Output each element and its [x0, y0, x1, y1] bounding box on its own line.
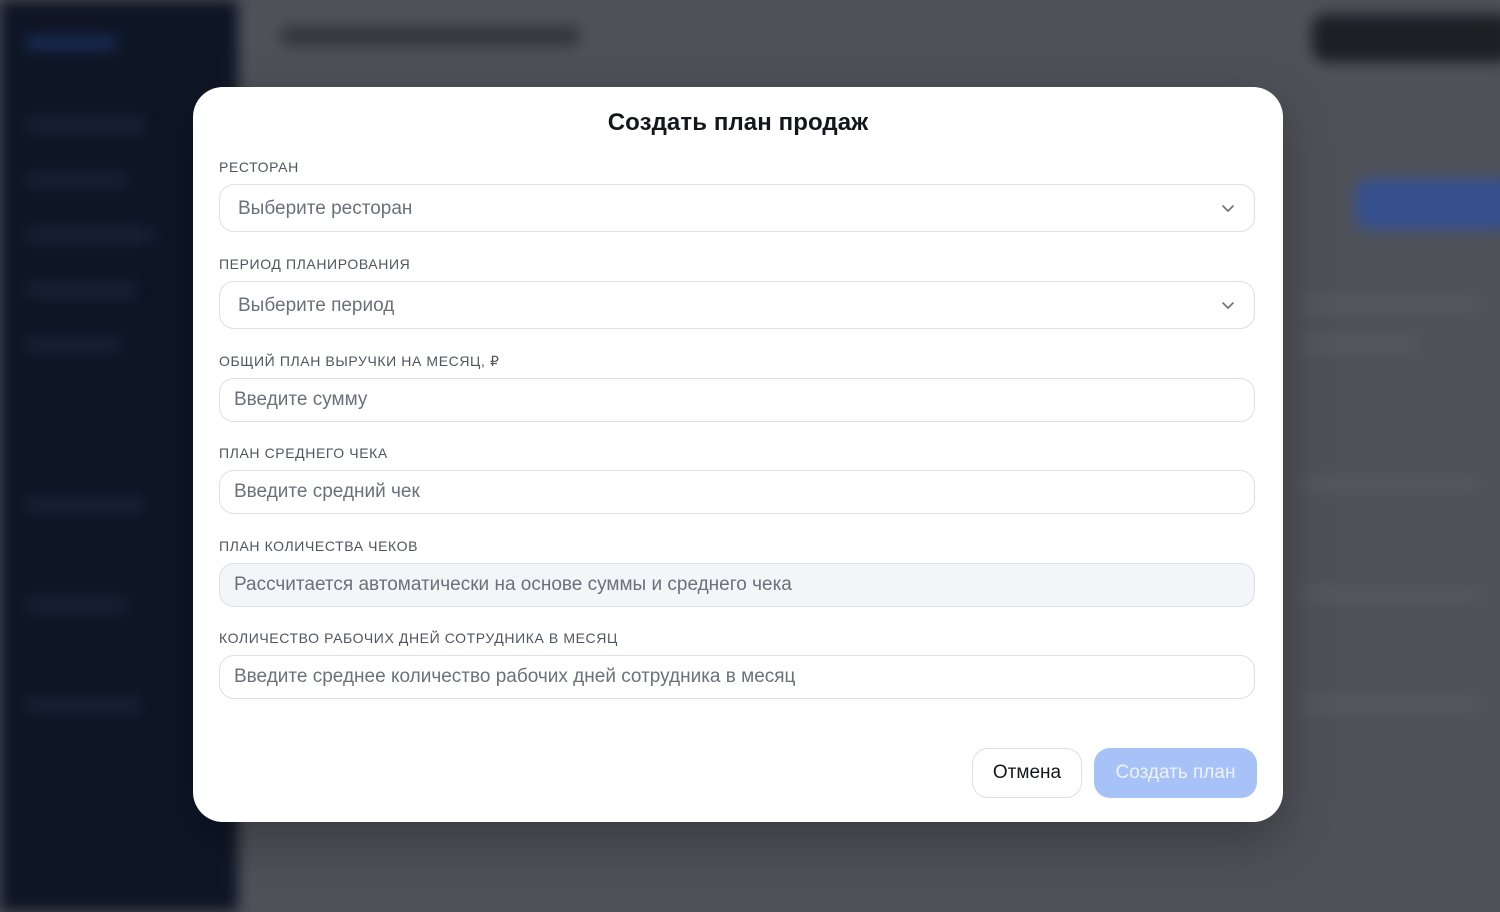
create-plan-button[interactable]: Создать план	[1094, 748, 1257, 798]
period-label: ПЕРИОД ПЛАНИРОВАНИЯ	[219, 256, 411, 272]
modal-title: Создать план продаж	[607, 109, 869, 136]
revenue-label: ОБЩИЙ ПЛАН ВЫРУЧКИ НА МЕСЯЦ, ₽	[219, 353, 500, 369]
chevron-down-icon	[1222, 302, 1234, 309]
restaurant-select-value: Выберите ресторан	[238, 198, 413, 219]
restaurant-select[interactable]: Выберите ресторан	[219, 184, 1255, 232]
work-days-input[interactable]	[219, 655, 1255, 699]
avg-check-label: ПЛАН СРЕДНЕГО ЧЕКА	[219, 445, 388, 461]
checks-count-input	[219, 563, 1255, 607]
period-select[interactable]: Выберите период	[219, 281, 1255, 329]
chevron-down-icon	[1222, 205, 1234, 212]
restaurant-label: РЕСТОРАН	[219, 159, 299, 175]
avg-check-input[interactable]	[219, 470, 1255, 514]
checks-count-label: ПЛАН КОЛИЧЕСТВА ЧЕКОВ	[219, 538, 419, 554]
cancel-button[interactable]: Отмена	[972, 748, 1082, 798]
create-sales-plan-modal: Создать план продаж РЕСТОРАН Выберите ре…	[193, 87, 1283, 822]
revenue-input[interactable]	[219, 378, 1255, 422]
period-select-value: Выберите период	[238, 295, 395, 316]
work-days-label: КОЛИЧЕСТВО РАБОЧИХ ДНЕЙ СОТРУДНИКА В МЕС…	[219, 630, 618, 646]
